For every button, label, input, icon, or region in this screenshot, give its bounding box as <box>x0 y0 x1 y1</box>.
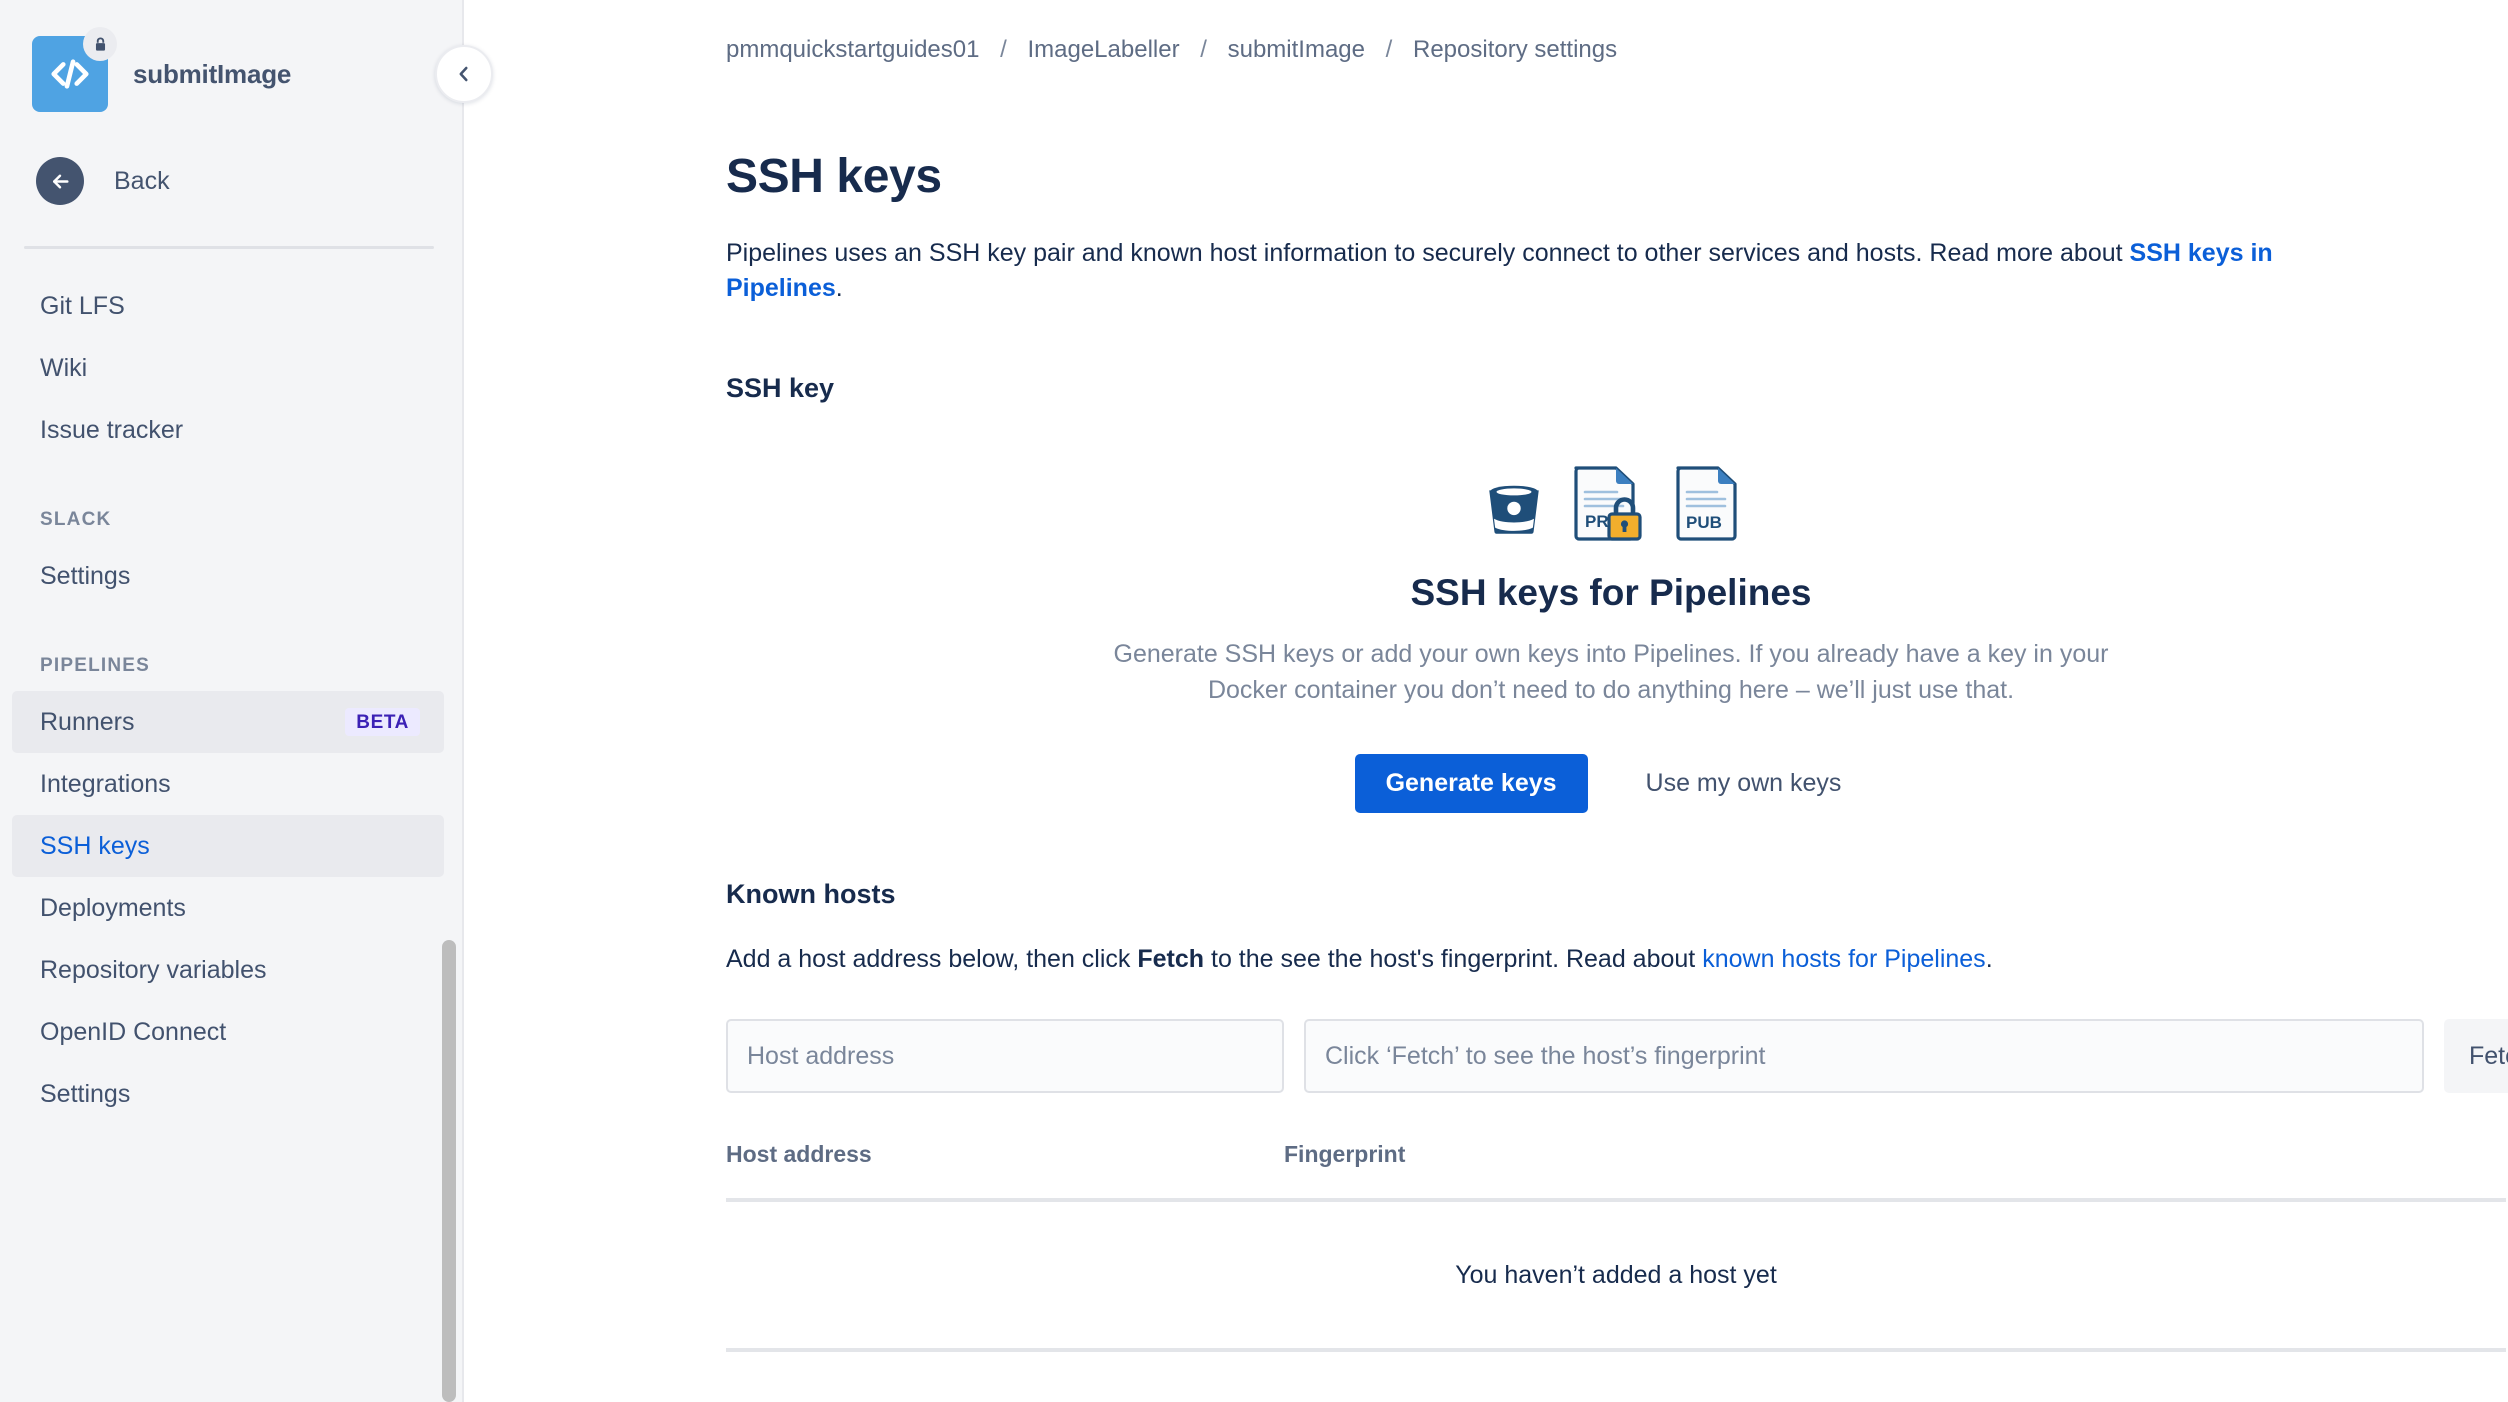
sidebar-item-repository-variables[interactable]: Repository variables <box>12 939 444 1001</box>
sidebar-item-label: Issue tracker <box>40 415 184 444</box>
sidebar-item-git-lfs[interactable]: Git LFS <box>12 275 444 337</box>
known-hosts-desc-part2: to the see the host's fingerprint. Read … <box>1204 945 1703 974</box>
page-intro-period: . <box>835 274 843 303</box>
table-empty-message: You haven’t added a host yet <box>726 1202 2506 1353</box>
known-hosts-heading: Known hosts <box>726 879 896 910</box>
lock-icon <box>83 27 117 61</box>
repository-settings-sidebar: submitImage Back Git LFS Wiki Issue trac… <box>0 0 464 1402</box>
sidebar-item-label: Integrations <box>40 769 171 798</box>
sidebar-item-deployments[interactable]: Deployments <box>12 877 444 939</box>
breadcrumb-separator: / <box>1200 36 1207 63</box>
fetch-button[interactable]: Fetch <box>2444 1019 2508 1094</box>
sidebar-nav: Git LFS Wiki Issue tracker SLACK Setting… <box>0 249 462 1125</box>
column-header-host-address: Host address <box>726 1141 872 1168</box>
repository-name: submitImage <box>133 58 292 89</box>
chevron-left-icon[interactable] <box>435 45 493 103</box>
sidebar-item-runners[interactable]: Runners BETA <box>12 691 444 753</box>
back-button[interactable]: Back <box>0 142 462 220</box>
page-intro: Pipelines uses an SSH key pair and known… <box>726 236 2356 307</box>
sidebar-item-label: Repository variables <box>40 955 267 984</box>
column-header-fingerprint: Fingerprint <box>1284 1141 1406 1168</box>
app-root: submitImage Back Git LFS Wiki Issue trac… <box>0 0 2508 1402</box>
sidebar-item-issue-tracker[interactable]: Issue tracker <box>12 399 444 461</box>
sidebar-item-label: Runners <box>40 707 135 736</box>
back-label: Back <box>114 166 170 195</box>
sidebar-item-wiki[interactable]: Wiki <box>12 337 444 399</box>
repository-avatar-wrapper <box>32 27 117 112</box>
public-key-document-icon: PUB <box>1676 466 1737 541</box>
ssh-key-empty-state: PRI PUB SSH keys for Pipelines Generate … <box>726 436 2496 814</box>
sidebar-item-openid-connect[interactable]: OpenID Connect <box>12 1001 444 1063</box>
known-hosts-desc-bold: Fetch <box>1137 945 1205 974</box>
sidebar-section-slack: SLACK <box>40 509 112 530</box>
breadcrumb-separator: / <box>1385 36 1393 63</box>
beta-badge: BETA <box>345 708 420 736</box>
ssh-keys-empty-body: Generate SSH keys or add your own keys i… <box>1113 639 2109 705</box>
bitbucket-bucket-icon <box>1489 485 1539 534</box>
page-title: SSH keys <box>726 149 942 203</box>
ssh-keys-empty-title: SSH keys for Pipelines <box>1410 571 1812 613</box>
private-key-document-icon: PRI <box>1574 466 1642 541</box>
page-intro-text: Pipelines uses an SSH key pair and known… <box>726 238 2130 267</box>
ssh-key-section-heading: SSH key <box>726 372 835 403</box>
sidebar-item-label: Wiki <box>40 353 88 382</box>
known-hosts-description: Add a host address below, then click Fet… <box>726 942 2508 977</box>
ssh-keys-actions: Generate keys Use my own keys <box>1354 754 1868 814</box>
known-hosts-desc-part3: . <box>1985 945 1993 974</box>
known-hosts-form: Host address Click ‘Fetch’ to see the ho… <box>726 1019 2508 1094</box>
sidebar-item-slack-settings[interactable]: Settings <box>12 545 444 607</box>
arrow-left-icon <box>36 157 84 205</box>
breadcrumb-item-project[interactable]: ImageLabeller <box>1027 36 1179 63</box>
repository-header: submitImage <box>0 0 462 120</box>
sidebar-item-label: SSH keys <box>40 831 150 860</box>
sidebar-item-label: Settings <box>40 561 131 590</box>
sidebar-item-pipelines-settings[interactable]: Settings <box>12 1063 444 1125</box>
known-hosts-docs-link[interactable]: known hosts for Pipelines <box>1702 945 1985 973</box>
host-address-input[interactable]: Host address <box>726 1019 1284 1094</box>
sidebar-scrollbar[interactable] <box>442 940 456 1402</box>
sidebar-item-integrations[interactable]: Integrations <box>12 753 444 815</box>
breadcrumb-item-workspace[interactable]: pmmquickstartguides01 <box>726 36 979 63</box>
generate-keys-button[interactable]: Generate keys <box>1354 754 1588 814</box>
known-hosts-table: Host address Fingerprint You haven’t add… <box>726 1141 2506 1353</box>
sidebar-section-pipelines: PIPELINES <box>40 655 151 676</box>
fingerprint-input[interactable]: Click ‘Fetch’ to see the host’s fingerpr… <box>1304 1019 2424 1094</box>
known-hosts-desc-part1: Add a host address below, then click <box>726 945 1138 974</box>
sidebar-item-ssh-keys[interactable]: SSH keys <box>12 815 444 877</box>
sidebar-item-label: Settings <box>40 1079 131 1108</box>
table-header-row: Host address Fingerprint <box>726 1141 2506 1203</box>
use-my-own-keys-button[interactable]: Use my own keys <box>1620 754 1868 813</box>
main-content: pmmquickstartguides01 / ImageLabeller / … <box>464 0 2508 1402</box>
sidebar-item-label: Git LFS <box>40 291 125 320</box>
ssh-keys-illustration: PRI PUB <box>1481 436 1741 544</box>
breadcrumb-item-current: Repository settings <box>1413 36 1618 63</box>
breadcrumb-item-repository[interactable]: submitImage <box>1228 36 1365 63</box>
breadcrumb-separator: / <box>1000 36 1007 63</box>
breadcrumb: pmmquickstartguides01 / ImageLabeller / … <box>726 36 2508 65</box>
public-key-label: PUB <box>1686 513 1722 532</box>
sidebar-item-label: Deployments <box>40 893 186 922</box>
sidebar-item-label: OpenID Connect <box>40 1017 227 1046</box>
